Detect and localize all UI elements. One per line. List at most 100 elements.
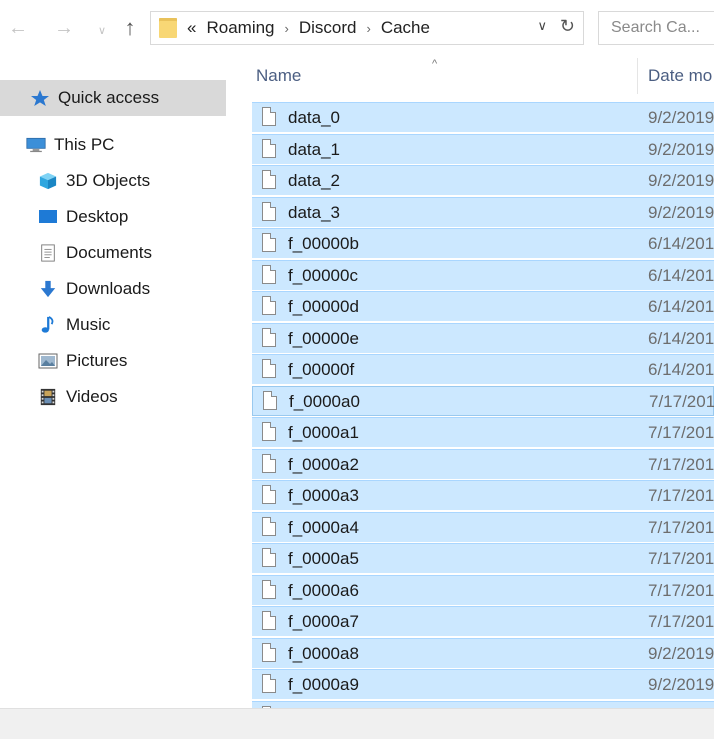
- file-row[interactable]: f_0000a6 7/17/201: [252, 574, 714, 605]
- file-icon: [262, 233, 276, 252]
- refresh-icon[interactable]: ↻: [560, 16, 575, 37]
- file-icon: [262, 674, 276, 693]
- picture-icon: [38, 353, 58, 369]
- file-date-modified: 7/17/201: [648, 549, 714, 568]
- sidebar-item-label: Downloads: [66, 279, 151, 298]
- file-row[interactable]: f_00000d 6/14/201: [252, 291, 714, 321]
- forward-arrow-icon[interactable]: →: [52, 14, 76, 42]
- file-row[interactable]: data_1 9/2/2019: [252, 133, 714, 164]
- file-icon: [262, 359, 276, 378]
- column-divider[interactable]: [637, 58, 638, 94]
- file-row[interactable]: data_0 9/2/2019: [252, 102, 714, 132]
- file-name: f_0000a4: [288, 517, 359, 537]
- address-dropdown-icon[interactable]: ∨: [537, 18, 547, 34]
- file-name: f_0000a6: [288, 580, 359, 600]
- search-input[interactable]: Search Ca...: [598, 11, 714, 45]
- sort-ascending-icon: ^: [432, 58, 438, 70]
- sidebar-item-label: Pictures: [66, 351, 128, 370]
- navigation-toolbar: ← → ∨ ↑ « Roaming › Discord › Cache ∨ ↻ …: [0, 0, 714, 58]
- sidebar-item-videos[interactable]: Videos: [38, 380, 118, 414]
- cube-icon: [39, 172, 57, 190]
- up-arrow-icon[interactable]: ↑: [118, 14, 142, 42]
- file-row[interactable]: f_00000e 6/14/201: [252, 322, 714, 353]
- desktop-icon: [39, 210, 57, 223]
- file-row[interactable]: f_0000a4 7/17/201: [252, 511, 714, 542]
- breadcrumb-separator[interactable]: ›: [366, 21, 370, 36]
- file-name: f_0000a8: [288, 643, 359, 663]
- file-name: data_0: [288, 108, 340, 127]
- file-date-modified: 7/17/201: [648, 517, 714, 537]
- file-row[interactable]: f_00000b 6/14/201: [252, 228, 714, 258]
- file-row[interactable]: f_0000a5 7/17/201: [252, 543, 714, 573]
- file-icon: [262, 548, 276, 567]
- column-header-name[interactable]: Name: [256, 66, 301, 86]
- computer-icon: [26, 137, 46, 153]
- file-name: f_0000a9: [288, 675, 359, 694]
- file-date-modified: 9/2/2019: [648, 171, 714, 190]
- music-note-icon: [41, 316, 54, 333]
- file-name: f_0000a0: [289, 391, 360, 411]
- file-icon: [262, 170, 276, 189]
- file-date-modified: 9/2/2019: [648, 139, 714, 159]
- file-row[interactable]: f_0000a8 9/2/2019: [252, 637, 714, 668]
- sidebar-item-label: Videos: [66, 387, 118, 406]
- navigation-pane: Quick access This PC 3D Objects Desktop …: [0, 58, 236, 708]
- file-row[interactable]: f_0000a9 9/2/2019: [252, 669, 714, 699]
- file-icon: [262, 579, 276, 599]
- column-header-date-modified[interactable]: Date mo: [648, 66, 712, 86]
- file-icon: [262, 642, 276, 662]
- file-row[interactable]: f_0000aa9/2/2019: [252, 700, 714, 708]
- folder-icon: [159, 18, 177, 38]
- sidebar-item-label: Desktop: [66, 207, 129, 226]
- back-arrow-icon[interactable]: ←: [6, 14, 30, 42]
- file-name: f_00000d: [288, 297, 359, 316]
- sidebar-item-music[interactable]: Music: [38, 308, 110, 342]
- file-date-modified: 7/17/201: [648, 612, 714, 631]
- file-date-modified: 6/14/201: [648, 360, 714, 379]
- file-name: f_00000f: [288, 360, 355, 379]
- document-icon: [41, 244, 55, 262]
- file-row[interactable]: f_0000a7 7/17/201: [252, 606, 714, 636]
- breadcrumb-discord[interactable]: Discord: [299, 18, 357, 38]
- breadcrumb-cache[interactable]: Cache: [381, 18, 430, 38]
- file-row[interactable]: f_00000f 6/14/201: [252, 354, 714, 384]
- film-icon: [40, 388, 56, 406]
- file-row[interactable]: f_0000a1 7/17/201: [252, 417, 714, 447]
- breadcrumb-separator[interactable]: ›: [285, 21, 289, 36]
- file-icon: [262, 485, 276, 504]
- sidebar-item-quick-access[interactable]: Quick access: [0, 80, 226, 116]
- star-icon: [31, 90, 49, 106]
- file-row[interactable]: f_0000a0 7/17/201: [252, 385, 714, 416]
- sidebar-item-desktop[interactable]: Desktop: [38, 200, 128, 234]
- sidebar-item-documents[interactable]: Documents: [38, 236, 152, 270]
- file-icon: [262, 107, 276, 126]
- sidebar-item-label: This PC: [54, 135, 115, 154]
- file-icon: [262, 453, 276, 473]
- file-row[interactable]: data_3 9/2/2019: [252, 196, 714, 227]
- file-name: f_0000a2: [288, 454, 359, 474]
- file-date-modified: 9/2/2019: [648, 675, 714, 694]
- file-date-modified: 6/14/201: [648, 234, 714, 253]
- sidebar-item-label: Music: [66, 315, 111, 334]
- sidebar-item-label: Documents: [66, 243, 152, 262]
- file-icon: [262, 296, 276, 315]
- file-icon: [262, 422, 276, 441]
- breadcrumb-roaming[interactable]: Roaming: [206, 18, 274, 38]
- file-date-modified: 9/2/2019: [648, 202, 714, 222]
- recent-locations-chevron-icon[interactable]: ∨: [90, 16, 114, 44]
- address-overflow[interactable]: «: [187, 18, 196, 38]
- file-name: f_0000a7: [288, 612, 359, 631]
- file-name: f_00000b: [288, 234, 359, 253]
- sidebar-item-3d-objects[interactable]: 3D Objects: [38, 164, 150, 198]
- sidebar-item-this-pc[interactable]: This PC: [26, 128, 114, 162]
- file-date-modified: 7/17/201: [648, 580, 714, 600]
- file-row[interactable]: data_2 9/2/2019: [252, 165, 714, 195]
- sidebar-item-downloads[interactable]: Downloads: [38, 272, 150, 306]
- file-row[interactable]: f_0000a2 7/17/201: [252, 448, 714, 479]
- file-row[interactable]: f_00000c 6/14/201: [252, 259, 714, 290]
- file-icon: [263, 390, 277, 410]
- sidebar-item-pictures[interactable]: Pictures: [38, 344, 127, 378]
- address-bar[interactable]: « Roaming › Discord › Cache ∨ ↻: [150, 11, 584, 45]
- file-name: f_0000a5: [288, 549, 359, 568]
- file-row[interactable]: f_0000a3 7/17/201: [252, 480, 714, 510]
